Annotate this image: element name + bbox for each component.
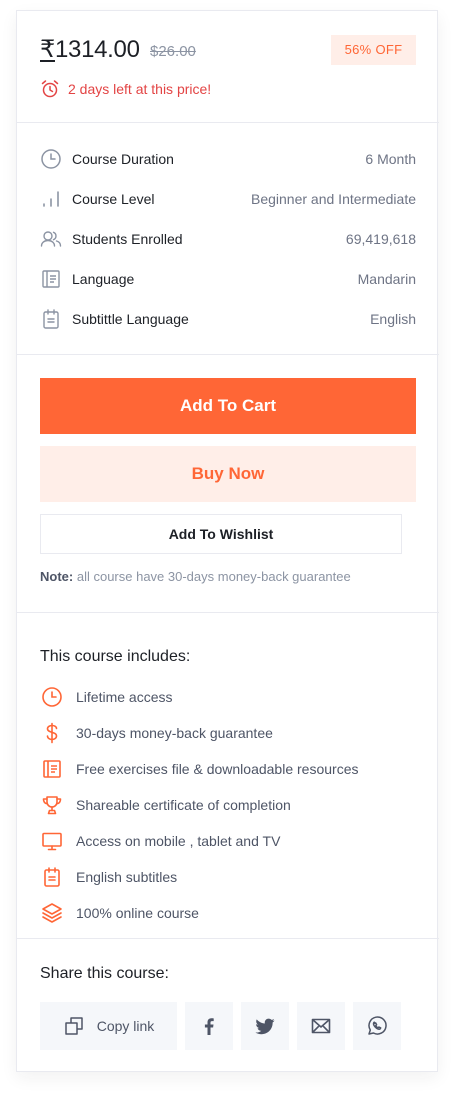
detail-subtitle-language: Subtittle Language English xyxy=(40,307,416,331)
trophy-icon xyxy=(40,793,64,817)
detail-value: 69,419,618 xyxy=(345,231,416,247)
notepad-icon xyxy=(40,865,64,889)
share-title: Share this course: xyxy=(40,965,169,982)
users-icon xyxy=(40,228,62,250)
purchase-actions-section: Add To Cart Buy Now Add To Wishlist Note… xyxy=(17,355,439,613)
copy-icon xyxy=(63,1015,85,1037)
monitor-icon xyxy=(40,829,64,853)
note-label: Note: xyxy=(40,569,74,584)
share-email-button[interactable] xyxy=(297,1002,345,1050)
include-item: Lifetime access xyxy=(40,685,172,709)
detail-label: Subtittle Language xyxy=(72,311,189,327)
detail-label: Course Duration xyxy=(72,151,174,167)
discount-badge: 56% OFF xyxy=(331,35,416,65)
price-section: ₹1314.00 $26.00 56% OFF 2 days left at t… xyxy=(17,11,439,123)
buy-now-button[interactable]: Buy Now xyxy=(40,446,416,502)
include-item: Free exercises file & downloadable resou… xyxy=(40,757,358,781)
guarantee-note: Note: all course have 30-days money-back… xyxy=(40,569,351,584)
include-text: Shareable certificate of completion xyxy=(76,797,291,813)
include-item: Access on mobile , tablet and TV xyxy=(40,829,280,853)
detail-course-duration: Course Duration 6 Month xyxy=(40,147,416,171)
note-text: all course have 30-days money-back guara… xyxy=(76,569,351,584)
detail-label: Students Enrolled xyxy=(72,231,183,247)
notebook-icon xyxy=(40,268,62,290)
detail-value: English xyxy=(370,311,416,327)
include-item: Shareable certificate of completion xyxy=(40,793,291,817)
original-price: $26.00 xyxy=(150,43,196,60)
detail-value: Mandarin xyxy=(357,271,416,287)
copy-link-label: Copy link xyxy=(96,1018,155,1034)
share-section: Share this course: Copy link xyxy=(17,939,439,1071)
include-item: 30-days money-back guarantee xyxy=(40,721,273,745)
deadline-notice: 2 days left at this price! xyxy=(40,79,211,99)
detail-value: 6 Month xyxy=(365,151,416,167)
course-details-section: Course Duration 6 Month Course Level Beg… xyxy=(17,123,439,355)
include-text: Lifetime access xyxy=(76,689,173,705)
twitter-icon xyxy=(254,1015,276,1037)
include-text: Free exercises file & downloadable resou… xyxy=(76,761,359,777)
include-item: English subtitles xyxy=(40,865,177,889)
include-text: 100% online course xyxy=(76,905,199,921)
layers-icon xyxy=(40,901,64,925)
include-text: English subtitles xyxy=(76,869,178,885)
bar-chart-icon xyxy=(40,188,62,210)
mail-icon xyxy=(310,1015,332,1037)
include-text: Access on mobile , tablet and TV xyxy=(76,833,281,849)
share-twitter-button[interactable] xyxy=(241,1002,289,1050)
alarm-clock-icon xyxy=(40,79,60,99)
detail-students-enrolled: Students Enrolled 69,419,618 xyxy=(40,227,416,251)
copy-link-button[interactable]: Copy link xyxy=(40,1002,177,1050)
facebook-icon xyxy=(198,1015,220,1037)
dollar-icon xyxy=(40,721,64,745)
add-to-cart-button[interactable]: Add To Cart xyxy=(40,378,416,434)
detail-label: Language xyxy=(72,271,135,287)
include-text: 30-days money-back guarantee xyxy=(76,725,273,741)
file-icon xyxy=(40,757,64,781)
include-item: 100% online course xyxy=(40,901,199,925)
detail-course-level: Course Level Beginner and Intermediate xyxy=(40,187,416,211)
includes-title: This course includes: xyxy=(40,648,191,665)
clock-icon xyxy=(40,685,64,709)
detail-language: Language Mandarin xyxy=(40,267,416,291)
share-whatsapp-button[interactable] xyxy=(353,1002,401,1050)
clock-icon xyxy=(40,148,62,170)
course-purchase-card: ₹1314.00 $26.00 56% OFF 2 days left at t… xyxy=(16,10,439,1072)
detail-value: Beginner and Intermediate xyxy=(251,191,416,207)
notepad-icon xyxy=(40,308,62,330)
current-price: ₹1314.00 xyxy=(40,35,140,64)
course-includes-section: This course includes: Lifetime access 30… xyxy=(17,613,439,939)
detail-label: Course Level xyxy=(72,191,155,207)
current-price-value: 1314.00 xyxy=(54,36,140,63)
add-to-wishlist-button[interactable]: Add To Wishlist xyxy=(40,514,402,554)
whatsapp-icon xyxy=(366,1015,388,1037)
currency-symbol: ₹ xyxy=(40,36,55,63)
deadline-text: 2 days left at this price! xyxy=(68,81,212,97)
share-facebook-button[interactable] xyxy=(185,1002,233,1050)
